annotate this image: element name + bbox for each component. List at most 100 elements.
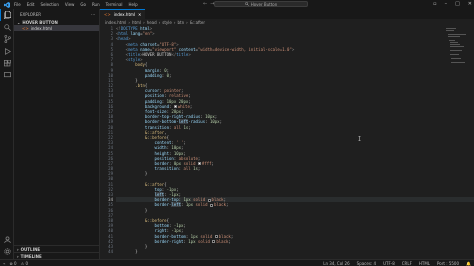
code-token: transition bbox=[154, 166, 179, 172]
breadcrumb-item[interactable]: &::after bbox=[190, 20, 205, 25]
code-token: left bbox=[171, 202, 182, 208]
extensions-icon[interactable] bbox=[0, 57, 14, 69]
breadcrumb-item[interactable]: head bbox=[147, 20, 157, 25]
menu-run[interactable]: Run bbox=[92, 2, 100, 7]
code-token: ; bbox=[189, 103, 193, 109]
breadcrumb-item[interactable]: index.html bbox=[105, 20, 126, 25]
code-token: all bbox=[183, 166, 191, 172]
chevron-right-icon: › bbox=[17, 253, 19, 259]
back-arrow-icon[interactable]: ← bbox=[203, 1, 207, 7]
code-token: padding bbox=[144, 72, 162, 78]
close-icon[interactable]: ✕ bbox=[468, 1, 472, 7]
breadcrumb-separator-icon: › bbox=[143, 20, 145, 25]
language-mode[interactable]: HTML bbox=[419, 261, 430, 266]
tab-index-html[interactable]: <> index.html ✕ bbox=[100, 9, 146, 19]
code-token: all bbox=[173, 124, 182, 130]
close-tab-icon[interactable]: ✕ bbox=[138, 12, 141, 17]
code-line[interactable]: } bbox=[116, 249, 474, 254]
breadcrumb-item[interactable]: html bbox=[132, 20, 141, 25]
breadcrumb-item[interactable]: btn bbox=[177, 20, 184, 25]
color-swatch-icon[interactable] bbox=[212, 240, 216, 244]
code-token: ; bbox=[226, 202, 229, 208]
run-debug-icon[interactable] bbox=[0, 45, 14, 57]
code-token: ; bbox=[219, 119, 223, 125]
line-number: 44 bbox=[108, 249, 113, 255]
code-token: ; bbox=[197, 155, 201, 161]
code-token: } bbox=[116, 171, 148, 177]
line-number-gutter: 1 2 3 4 5 6 7 8 9 10 11 12 13 14 15 16 17 18 19 20 21 22 23 24 2… bbox=[100, 26, 113, 254]
code-token: ; bbox=[188, 124, 191, 130]
code-token: "en" bbox=[142, 31, 153, 37]
breadcrumb-separator-icon: › bbox=[128, 20, 130, 25]
color-swatch-icon[interactable] bbox=[209, 203, 213, 207]
breadcrumb-separator-icon: › bbox=[186, 20, 188, 25]
menu-file[interactable]: File bbox=[14, 2, 21, 7]
search-icon bbox=[244, 2, 249, 6]
notifications-bell-icon[interactable]: 🔔 bbox=[466, 261, 471, 266]
settings-gear-icon[interactable] bbox=[0, 245, 14, 257]
code-token: ; bbox=[228, 238, 231, 244]
code-token: black bbox=[216, 238, 229, 244]
code-editor[interactable]: 1 2 3 4 5 6 7 8 9 10 11 12 13 14 15 16 17 18 19 20 21 22 23 24 2… bbox=[100, 26, 474, 259]
code-token: ; bbox=[183, 140, 186, 146]
vscode-logo-icon bbox=[3, 1, 11, 8]
code-token: title bbox=[176, 51, 189, 57]
live-server-port[interactable]: Port : 5500 bbox=[437, 261, 459, 266]
code-token: black bbox=[213, 202, 226, 208]
command-center-search[interactable]: Hover Button bbox=[214, 1, 308, 7]
cursor-position[interactable]: Ln 34, Col 26 bbox=[323, 261, 349, 266]
color-swatch-icon[interactable] bbox=[207, 198, 211, 202]
explorer-title: EXPLORER bbox=[20, 11, 41, 17]
chevron-down-icon: ⌄ bbox=[17, 19, 21, 25]
remote-indicator-icon[interactable]: ⌁ bbox=[3, 261, 5, 266]
explorer-sidebar: EXPLORER ··· ⌄ HOVER BUTTON <> index.htm… bbox=[14, 9, 100, 259]
html-file-icon: <> bbox=[22, 25, 29, 31]
tab-label: index.html bbox=[113, 12, 136, 17]
account-icon[interactable] bbox=[0, 233, 14, 245]
indentation[interactable]: Spaces: 4 bbox=[357, 261, 376, 266]
source-control-icon[interactable] bbox=[0, 33, 14, 45]
code-token: ; bbox=[211, 160, 214, 166]
line-endings[interactable]: CRLF bbox=[402, 261, 412, 266]
menu-help[interactable]: Help bbox=[129, 2, 138, 7]
menu-go[interactable]: Go bbox=[80, 2, 86, 7]
minimize-icon[interactable]: – bbox=[445, 1, 448, 7]
search-icon[interactable] bbox=[0, 21, 14, 33]
mouse-text-cursor-icon bbox=[358, 136, 361, 141]
encoding[interactable]: UTF-8 bbox=[383, 261, 395, 266]
code-token: 1s bbox=[190, 166, 198, 172]
outline-section[interactable]: › OUTLINE bbox=[14, 245, 100, 252]
color-swatch-icon[interactable] bbox=[197, 162, 201, 166]
code-content[interactable]: <!DOCTYPE html> <html lang="en"> <head> <m… bbox=[116, 26, 474, 254]
menu-selection[interactable]: Selection bbox=[40, 2, 58, 7]
files-icon[interactable] bbox=[0, 9, 14, 21]
errors-indicator[interactable]: ⊗ 0 bbox=[9, 261, 16, 266]
menu-terminal[interactable]: Terminal bbox=[106, 2, 123, 7]
file-name: index.html bbox=[30, 25, 53, 31]
title-bar: File Edit Selection View Go Run Terminal Help ←… bbox=[0, 0, 474, 9]
layout-icon[interactable]: ▫ bbox=[433, 1, 436, 7]
code-token: "width=device-width, initial-scale=1.0" bbox=[197, 46, 292, 52]
breadcrumb-item[interactable]: style bbox=[162, 20, 172, 25]
editor-tabs: <> index.html ✕ bbox=[100, 9, 474, 19]
command-center-label: Hover Button bbox=[250, 1, 278, 7]
maximize-icon[interactable]: □ bbox=[455, 1, 460, 7]
code-token: ; bbox=[183, 223, 186, 229]
code-token: #fff bbox=[201, 160, 212, 166]
more-actions-icon[interactable]: ··· bbox=[91, 12, 95, 17]
remote-explorer-icon[interactable] bbox=[0, 69, 14, 81]
minimap[interactable] bbox=[446, 26, 470, 259]
nav-arrows: ← → bbox=[203, 1, 214, 7]
code-token: solid bbox=[193, 202, 210, 208]
warnings-indicator[interactable]: ⚠ 0 bbox=[21, 261, 28, 266]
code-token: border- bbox=[154, 202, 172, 208]
menu-view[interactable]: View bbox=[65, 2, 75, 7]
code-token: > bbox=[188, 51, 191, 57]
color-swatch-icon[interactable] bbox=[173, 105, 177, 109]
timeline-section[interactable]: › TIMELINE bbox=[14, 252, 100, 259]
explorer-header: EXPLORER ··· bbox=[14, 9, 99, 19]
color-swatch-icon[interactable] bbox=[214, 235, 218, 238]
code-token: 1px bbox=[188, 238, 196, 244]
menu-edit[interactable]: Edit bbox=[27, 2, 35, 7]
file-item-index-html[interactable]: <> index.html bbox=[14, 25, 99, 31]
